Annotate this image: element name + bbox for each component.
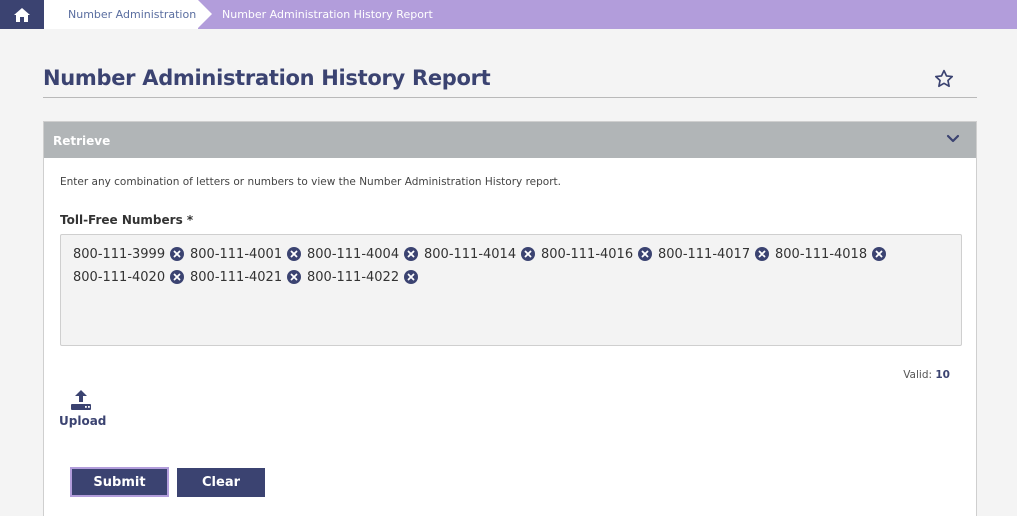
number-tag: 800-111-4022 — [307, 268, 419, 286]
upload-button[interactable]: Upload — [59, 387, 107, 431]
remove-tag-icon[interactable] — [287, 270, 302, 284]
title-divider — [43, 97, 977, 98]
number-tag-label: 800-111-4020 — [73, 269, 166, 285]
number-tag-label: 800-111-4014 — [424, 246, 517, 262]
instructions-text: Enter any combination of letters or numb… — [60, 176, 561, 188]
retrieve-panel: Retrieve Enter any combination of letter… — [43, 121, 977, 516]
panel-title: Retrieve — [53, 134, 111, 148]
remove-tag-icon[interactable] — [170, 270, 185, 284]
number-tag: 800-111-4004 — [307, 245, 419, 263]
remove-tag-icon[interactable] — [638, 247, 653, 261]
number-tag: 800-111-4016 — [541, 245, 653, 263]
remove-tag-icon[interactable] — [755, 247, 770, 261]
toll-free-numbers-input[interactable]: 800-111-3999 800-111-4001 800-111-4004 8… — [60, 234, 962, 346]
number-tag: 800-111-4017 — [658, 245, 770, 263]
star-icon[interactable] — [933, 68, 955, 90]
number-tag-label: 800-111-4018 — [775, 246, 868, 262]
remove-tag-icon[interactable] — [287, 247, 302, 261]
valid-label: Valid: — [903, 369, 933, 381]
remove-tag-icon[interactable] — [404, 247, 419, 261]
number-tag-label: 800-111-4004 — [307, 246, 400, 262]
home-icon — [14, 7, 30, 22]
clear-button[interactable]: Clear — [177, 468, 265, 497]
number-tag-label: 800-111-4021 — [190, 269, 283, 285]
valid-count: Valid: 10 — [903, 369, 950, 381]
home-button[interactable] — [0, 0, 44, 29]
valid-count-value: 10 — [935, 369, 950, 381]
breadcrumb-label[interactable]: Number Administration — [68, 8, 196, 21]
remove-tag-icon[interactable] — [170, 247, 185, 261]
number-tag: 800-111-4018 — [775, 245, 887, 263]
number-tag: 800-111-4020 — [73, 268, 185, 286]
number-tag-label: 800-111-4022 — [307, 269, 400, 285]
breadcrumb-bar: Number Administration Number Administrat… — [0, 0, 1017, 29]
number-tag: 800-111-4021 — [190, 268, 302, 286]
number-tag-label: 800-111-4017 — [658, 246, 751, 262]
remove-tag-icon[interactable] — [404, 270, 419, 284]
breadcrumb-item-number-administration[interactable]: Number Administration — [44, 0, 212, 29]
page-title: Number Administration History Report — [43, 66, 491, 90]
upload-label: Upload — [59, 414, 107, 428]
number-tag: 800-111-3999 — [73, 245, 185, 263]
number-tag-label: 800-111-3999 — [73, 246, 166, 262]
remove-tag-icon[interactable] — [872, 247, 887, 261]
chevron-down-icon[interactable] — [946, 134, 960, 144]
number-tag-label: 800-111-4001 — [190, 246, 283, 262]
breadcrumb-item-current: Number Administration History Report — [222, 8, 433, 21]
panel-header[interactable]: Retrieve — [44, 122, 976, 158]
number-tag-label: 800-111-4016 — [541, 246, 634, 262]
submit-button[interactable]: Submit — [70, 467, 169, 497]
number-tag: 800-111-4014 — [424, 245, 536, 263]
remove-tag-icon[interactable] — [521, 247, 536, 261]
number-tag: 800-111-4001 — [190, 245, 302, 263]
breadcrumb-separator — [198, 0, 212, 28]
upload-icon — [71, 390, 91, 410]
toll-free-numbers-label: Toll-Free Numbers * — [60, 213, 194, 227]
